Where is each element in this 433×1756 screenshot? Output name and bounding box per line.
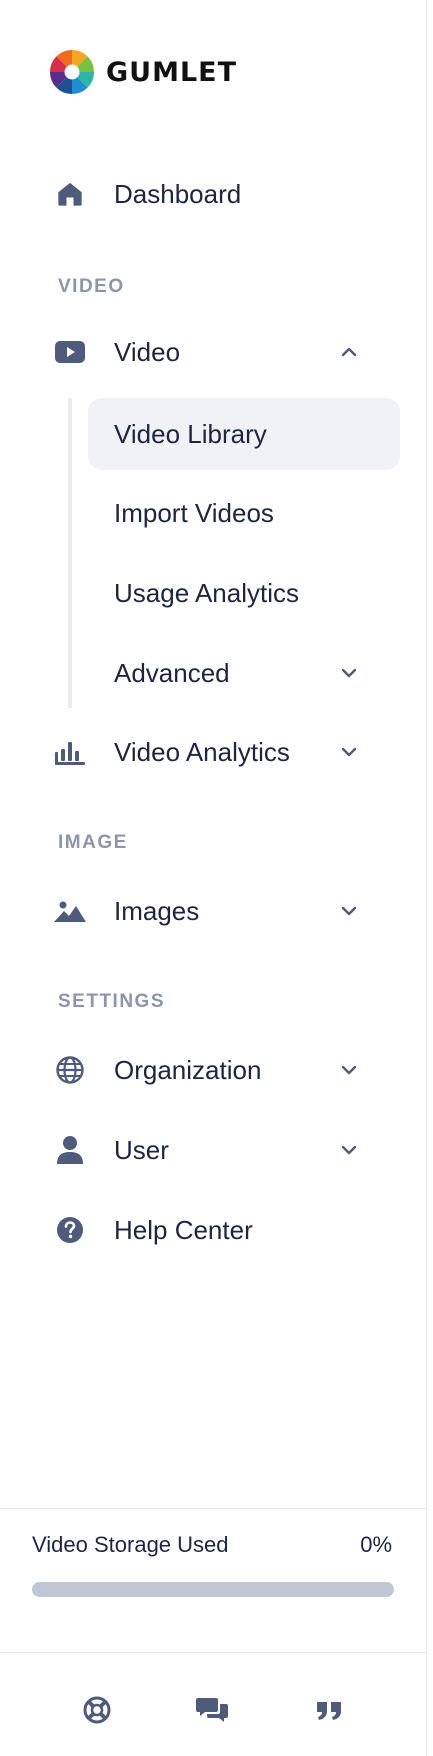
chat-icon[interactable] <box>196 1694 228 1726</box>
sidebar: GUMLET Dashboard VIDEO Video Video Libra… <box>0 0 427 1756</box>
nav-user[interactable]: User <box>0 1118 427 1182</box>
section-label-image: IMAGE <box>58 832 128 853</box>
chevron-down-icon[interactable] <box>338 662 360 684</box>
nav-dashboard[interactable]: Dashboard <box>0 162 427 226</box>
nav-video-analytics[interactable]: Video Analytics <box>0 720 427 784</box>
brand-name: GUMLET <box>106 56 238 88</box>
home-icon <box>54 178 86 210</box>
subnav-import-videos-label: Import Videos <box>114 497 274 528</box>
question-circle-icon <box>54 1214 86 1246</box>
support-lifebuoy-icon[interactable] <box>81 1694 113 1726</box>
video-play-icon <box>54 336 86 368</box>
storage-progress-bar <box>32 1582 394 1597</box>
subnav-video-library-label: Video Library <box>114 418 267 449</box>
nav-images-label: Images <box>114 895 200 926</box>
chevron-down-icon[interactable] <box>338 1139 360 1161</box>
brand-logo[interactable]: GUMLET <box>50 48 237 96</box>
nav-video-label: Video <box>114 336 181 367</box>
chevron-up-icon[interactable] <box>338 341 360 363</box>
chevron-down-icon[interactable] <box>338 900 360 922</box>
image-icon <box>54 895 86 927</box>
nav-help-center[interactable]: Help Center <box>0 1198 427 1262</box>
subnav-advanced-label: Advanced <box>114 657 230 688</box>
nav-help-center-label: Help Center <box>114 1214 253 1245</box>
section-label-settings: SETTINGS <box>58 991 166 1012</box>
nav-organization-label: Organization <box>114 1054 262 1085</box>
quote-icon[interactable] <box>313 1694 345 1726</box>
nav-dashboard-label: Dashboard <box>114 178 242 209</box>
subnav-advanced[interactable]: Advanced <box>88 637 400 709</box>
bar-chart-icon <box>54 736 86 768</box>
section-label-video: VIDEO <box>58 276 125 297</box>
user-icon <box>54 1134 86 1166</box>
nav-images[interactable]: Images <box>0 879 427 943</box>
chevron-down-icon[interactable] <box>338 741 360 763</box>
subnav-usage-analytics-label: Usage Analytics <box>114 577 299 608</box>
chevron-down-icon[interactable] <box>338 1059 360 1081</box>
nav-video-analytics-label: Video Analytics <box>114 736 290 767</box>
subnav-rail <box>68 398 72 708</box>
nav-user-label: User <box>114 1134 169 1165</box>
nav-organization[interactable]: Organization <box>0 1038 427 1102</box>
subnav-usage-analytics[interactable]: Usage Analytics <box>88 557 400 629</box>
storage-percent: 0% <box>360 1532 392 1557</box>
gumlet-logo-icon <box>50 50 94 94</box>
nav-video[interactable]: Video <box>0 320 427 384</box>
globe-icon <box>54 1054 86 1086</box>
subnav-import-videos[interactable]: Import Videos <box>88 477 400 549</box>
footer-divider <box>0 1652 427 1653</box>
storage-divider <box>0 1508 427 1509</box>
storage-label: Video Storage Used <box>32 1532 229 1557</box>
subnav-video-library[interactable]: Video Library <box>88 398 400 470</box>
